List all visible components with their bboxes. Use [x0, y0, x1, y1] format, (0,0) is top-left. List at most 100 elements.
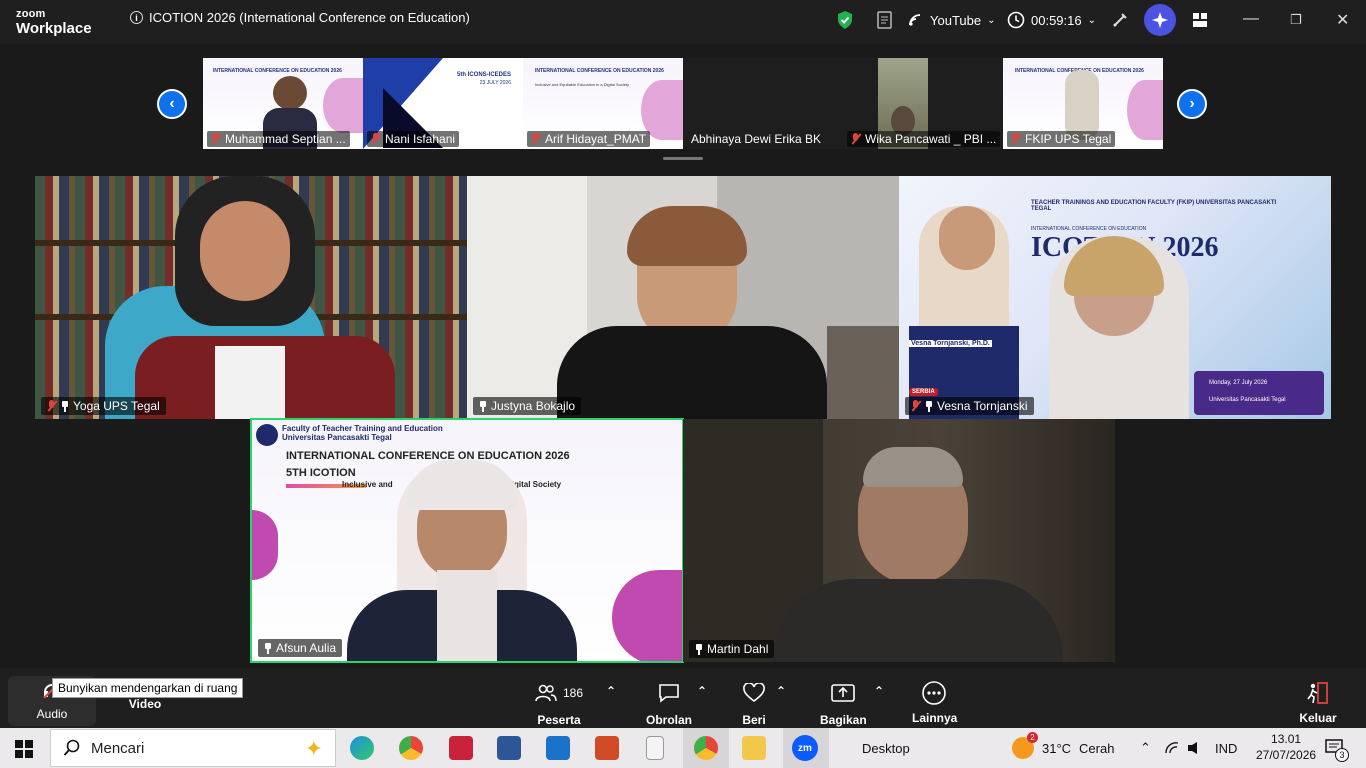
search-icon: [63, 739, 80, 756]
clock-time: 13.01: [1271, 732, 1302, 746]
mic-muted-icon: [531, 133, 541, 145]
edge-icon[interactable]: [350, 736, 374, 760]
participant-name: Wika Pancawati _ PBI ...: [865, 132, 997, 146]
mic-muted-icon: [47, 400, 57, 412]
participant-name: Arif Hidayat_PMAT: [545, 132, 647, 146]
file-icon[interactable]: [646, 736, 664, 760]
notification-icon[interactable]: 3: [1325, 738, 1349, 762]
video-tile[interactable]: Faculty of Teacher Training and Educatio…: [250, 418, 684, 663]
thumbnail-label: Nani Isfahani: [367, 131, 460, 147]
chat-button[interactable]: Obrolan: [645, 680, 693, 727]
chrome-icon[interactable]: [399, 736, 423, 760]
mic-muted-icon: [371, 133, 381, 145]
title-bar: zoom Workplace i ICOTION 2026 (Internati…: [0, 0, 1366, 44]
share-screen-icon: [820, 680, 866, 706]
tile-label: Martin Dahl: [689, 640, 775, 658]
slide-heading: INTERNATIONAL CONFERENCE ON EDUCATION 20…: [213, 68, 342, 74]
chat-label: Obrolan: [645, 713, 692, 727]
view-grid-icon[interactable]: [1192, 0, 1208, 40]
slide-edition: 5TH ICOTION: [286, 467, 356, 479]
participant-thumbnail[interactable]: 5th ICONS-ICEDES 23 JULY 2026 Nani Isfah…: [363, 58, 523, 149]
meeting-info[interactable]: i ICOTION 2026 (International Conference…: [130, 10, 470, 25]
participants-icon: [535, 684, 557, 702]
pin-icon: [695, 643, 703, 655]
pin-icon: [479, 400, 487, 412]
sparkle-icon: [1144, 4, 1176, 36]
powerpoint-icon[interactable]: [595, 736, 619, 760]
close-icon[interactable]: ✕: [1336, 10, 1349, 30]
brand-bottom: Workplace: [16, 20, 92, 37]
chrome-profile-button[interactable]: [683, 728, 729, 768]
desktop-label: Desktop: [862, 740, 910, 756]
shield-icon[interactable]: [836, 0, 854, 40]
poster-heading: TEACHER TRAININGS AND EDUCATION FACULTY …: [1031, 200, 1277, 212]
share-button[interactable]: Bagikan: [820, 680, 867, 727]
poster-date: Monday, 27 July 2026: [1209, 380, 1268, 386]
windows-start-icon[interactable]: [15, 740, 33, 763]
minimize-icon[interactable]: —: [1243, 10, 1259, 28]
thumbnail-label: Wika Pancawati _ PBI ...: [847, 131, 1001, 147]
more-icon: [912, 680, 956, 706]
more-button[interactable]: Lainnya: [912, 680, 957, 725]
stream-label: YouTube: [930, 12, 982, 28]
video-tile[interactable]: TEACHER TRAININGS AND EDUCATION FACULTY …: [899, 176, 1331, 419]
participant-thumbnail[interactable]: INTERNATIONAL CONFERENCE ON EDUCATION 20…: [1003, 58, 1163, 149]
weather-widget[interactable]: 2 31°C Cerah: [1012, 728, 1114, 768]
restore-icon[interactable]: ❐: [1290, 12, 1302, 28]
annotate-icon[interactable]: [1110, 0, 1130, 40]
leave-icon: [1298, 680, 1338, 706]
chevron-left-icon: ‹: [169, 95, 175, 112]
clock[interactable]: 13.01 27/07/2026: [1256, 731, 1316, 763]
slide-heading: INTERNATIONAL CONFERENCE ON EDUCATION 20…: [535, 68, 664, 74]
mendeley-icon[interactable]: [449, 736, 473, 760]
file-explorer-icon[interactable]: [742, 736, 766, 760]
brand-top: zoom: [16, 8, 46, 20]
strip-prev-button[interactable]: ‹: [157, 89, 187, 119]
meeting-timer[interactable]: 00:59:16 ⌄: [1007, 0, 1096, 40]
tray-overflow-icon[interactable]: ⌃: [1140, 728, 1151, 768]
participant-thumbnail[interactable]: INTERNATIONAL CONFERENCE ON EDUCATION 20…: [203, 58, 363, 149]
wifi-icon[interactable]: [1164, 728, 1180, 768]
participant-name: Abhinaya Dewi Erika BK: [691, 132, 822, 146]
desktop-toolbar[interactable]: Desktop: [862, 728, 910, 768]
mic-muted-icon: [211, 133, 221, 145]
video-tile[interactable]: Yoga UPS Tegal: [35, 176, 467, 419]
participants-options-icon[interactable]: ⌃: [606, 684, 616, 698]
chat-options-icon[interactable]: ⌃: [697, 684, 707, 698]
participants-button[interactable]: 186 Peserta: [528, 680, 590, 727]
weather-temp: 31°C: [1042, 740, 1072, 756]
zoom-app-icon: zm: [792, 735, 818, 761]
video-tile[interactable]: Justyna Bokajlo: [467, 176, 899, 419]
zoom-logo: zoom Workplace: [16, 8, 92, 37]
share-options-icon[interactable]: ⌃: [874, 684, 884, 698]
leave-button[interactable]: Keluar: [1298, 680, 1338, 725]
participant-name: Muhammad Septian ...: [225, 132, 346, 146]
audio-label: Audio: [36, 707, 68, 721]
tile-label: Vesna Tornjanski: [905, 397, 1034, 415]
ai-companion-button[interactable]: [1144, 4, 1176, 36]
strip-resize-handle[interactable]: [663, 157, 703, 160]
language-indicator[interactable]: IND: [1215, 728, 1237, 768]
participant-thumbnail[interactable]: Wika Pancawati _ PBI ...: [843, 58, 1003, 149]
video-button[interactable]: Video: [124, 697, 166, 711]
captions-icon[interactable]: [876, 0, 894, 40]
sparkle-decoration-icon: ✦: [304, 736, 323, 761]
weather-badge: 2: [1027, 732, 1038, 743]
clock-icon: [1007, 11, 1025, 29]
strip-next-button[interactable]: ›: [1177, 89, 1207, 119]
participant-name: FKIP UPS Tegal: [1025, 132, 1112, 146]
taskbar-search[interactable]: Mencari ✦: [50, 729, 336, 767]
participant-thumbnail[interactable]: INTERNATIONAL CONFERENCE ON EDUCATION 20…: [523, 58, 683, 149]
weather-text: Cerah: [1079, 740, 1115, 756]
livestream-dropdown[interactable]: YouTube ⌄: [908, 0, 995, 40]
participant-thumbnail[interactable]: Abhinaya Dewi Erika BK: [683, 58, 843, 149]
video-tile[interactable]: Martin Dahl: [683, 419, 1115, 662]
speaker-icon[interactable]: [1187, 728, 1201, 768]
zoom-taskbar-button[interactable]: zm: [783, 728, 829, 768]
outlook-icon[interactable]: [546, 736, 570, 760]
info-icon[interactable]: i: [130, 11, 143, 24]
word-icon[interactable]: [497, 736, 521, 760]
participant-name: Justyna Bokajlo: [491, 399, 576, 413]
heart-icon: [726, 680, 782, 706]
react-options-icon[interactable]: ⌃: [776, 684, 786, 698]
